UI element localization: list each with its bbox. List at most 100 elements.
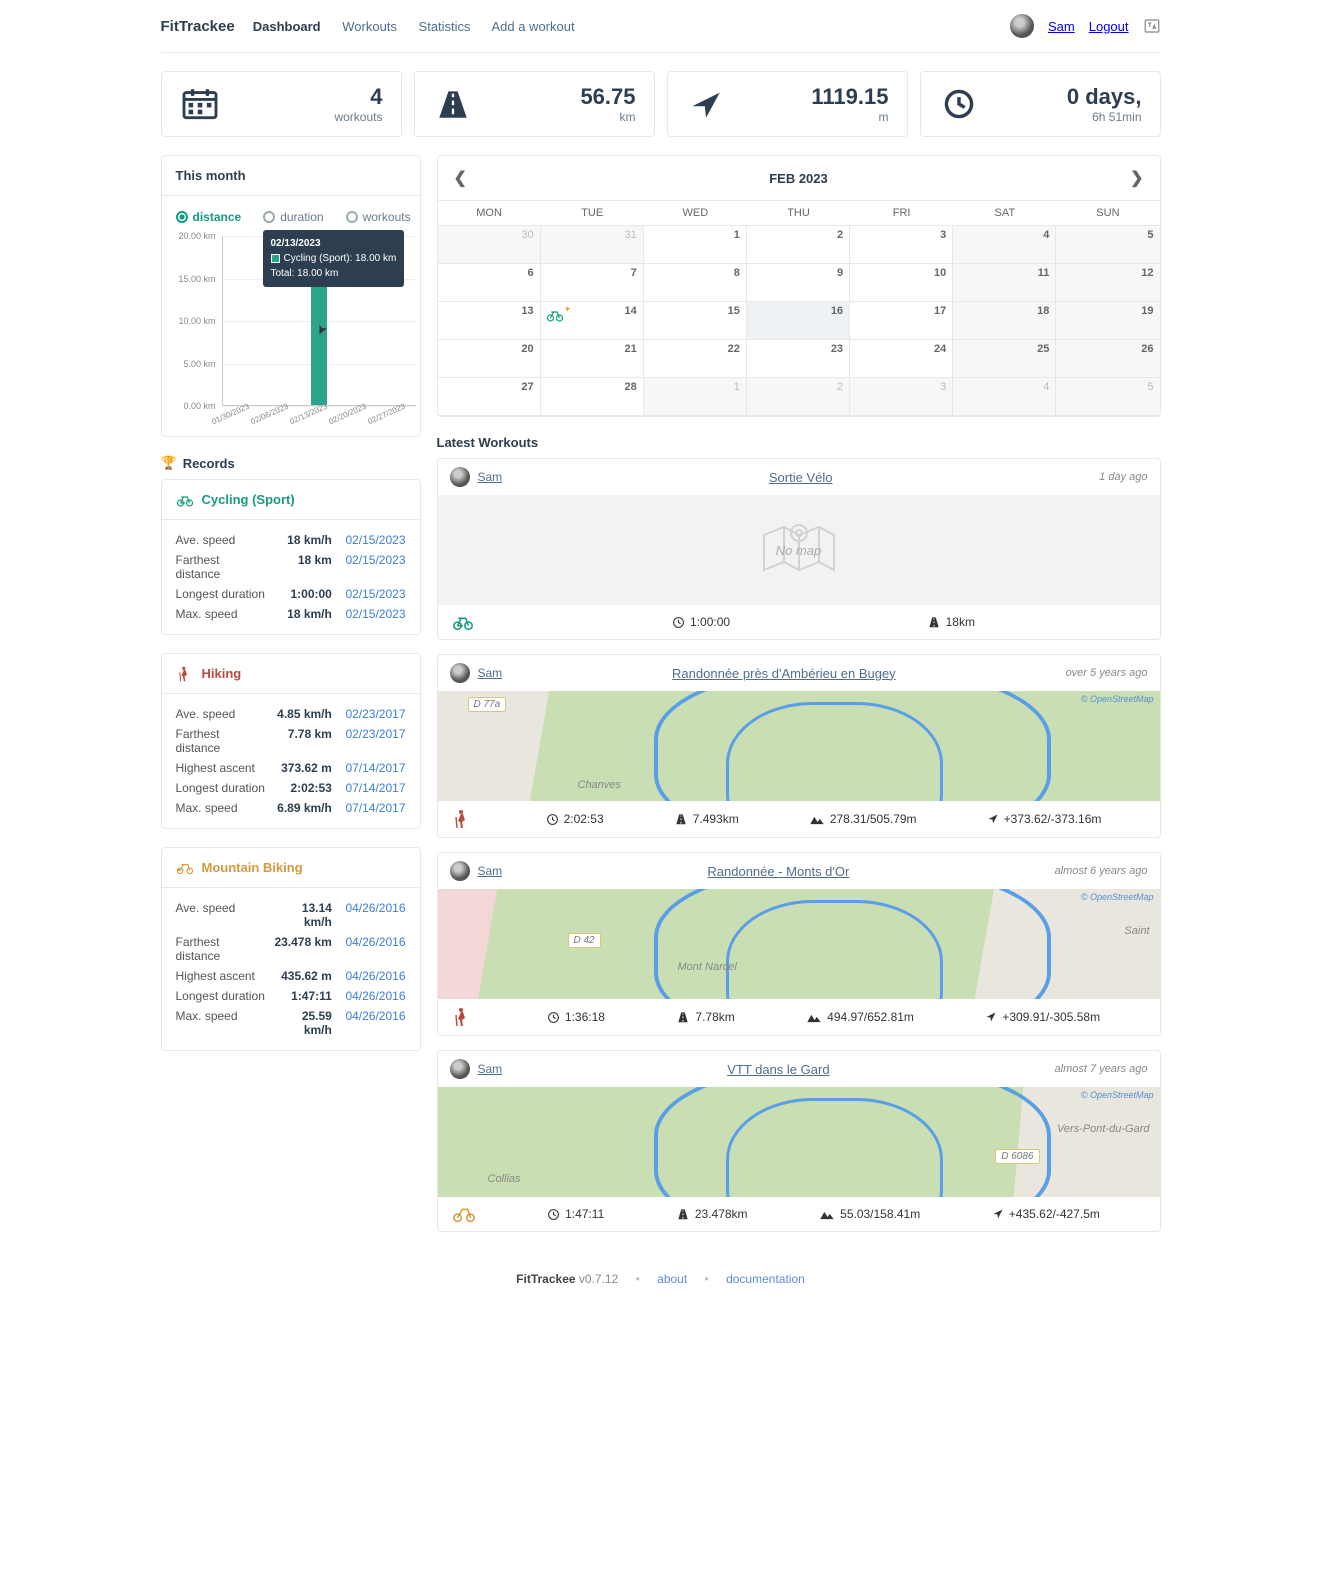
osm-attrib[interactable]: © OpenStreetMap [1081,892,1154,902]
workout-map[interactable]: D 6086ColliasVers-Pont-du-Gard© OpenStre… [438,1087,1160,1197]
workout-stat: +309.91/-305.58m [985,1010,1100,1024]
avatar[interactable] [450,467,470,487]
cal-cell[interactable]: 6 [438,264,541,302]
cal-cell[interactable]: 20 [438,340,541,378]
record-date-link[interactable]: 04/26/2016 [345,969,405,983]
language-icon[interactable] [1143,17,1161,35]
cal-cell[interactable]: 10 [850,264,953,302]
record-date-link[interactable]: 04/26/2016 [345,1009,405,1023]
cal-cell[interactable]: 26 [1056,340,1159,378]
workout-user[interactable]: Sam [478,470,503,484]
osm-attrib[interactable]: © OpenStreetMap [1081,1090,1154,1100]
cal-cell[interactable]: 25 [953,340,1056,378]
cal-workout-icon[interactable]: ✦ [546,306,572,322]
workout-user[interactable]: Sam [478,666,503,680]
cal-cell[interactable]: 3 [850,378,953,416]
record-date-link[interactable]: 07/14/2017 [345,781,405,795]
workout-user[interactable]: Sam [478,1062,503,1076]
cal-cell[interactable]: 2 [747,378,850,416]
radio-workouts[interactable]: workouts [346,210,411,224]
brand: FitTrackee [161,18,235,35]
avatar[interactable] [450,861,470,881]
cal-cell[interactable]: 3 [850,226,953,264]
cal-cell[interactable]: 11 [953,264,1056,302]
cal-cell[interactable]: 13 [438,302,541,340]
workout-foot: 1:00:0018km [438,605,1160,639]
stat-workouts-value: 4 [234,84,383,110]
cal-cell[interactable]: 1 [644,378,747,416]
record-row: Longest duration2:02:5307/14/2017 [176,778,406,798]
record-date-link[interactable]: 02/15/2023 [345,607,405,621]
footer-about[interactable]: about [657,1272,687,1286]
cal-cell[interactable]: 17 [850,302,953,340]
nav-links: Dashboard Workouts Statistics Add a work… [253,19,593,34]
cal-cell[interactable]: 31 [541,226,644,264]
cal-cell[interactable]: 21 [541,340,644,378]
workout-title[interactable]: Randonnée - Monts d'Or [510,864,1046,879]
nav-statistics[interactable]: Statistics [419,19,471,34]
cal-cell[interactable]: 14✦ [541,302,644,340]
sport-icon [176,861,194,875]
cal-cell[interactable]: 18 [953,302,1056,340]
user-name-link[interactable]: Sam [1048,19,1075,34]
record-date-link[interactable]: 02/15/2023 [345,533,405,547]
cal-cell[interactable]: 12 [1056,264,1159,302]
cal-cell[interactable]: 28 [541,378,644,416]
workout-title[interactable]: Sortie Vélo [510,470,1091,485]
record-date-link[interactable]: 02/15/2023 [345,587,405,601]
radio-duration[interactable]: duration [263,210,323,224]
cal-cell[interactable]: 24 [850,340,953,378]
record-date-link[interactable]: 02/23/2017 [345,727,405,741]
cal-cell[interactable]: 5 [1056,378,1159,416]
cal-next[interactable]: ❯ [1130,168,1143,188]
logout-link[interactable]: Logout [1089,19,1129,34]
cal-cell[interactable]: 5 [1056,226,1159,264]
workout-user[interactable]: Sam [478,864,503,878]
nav-workouts[interactable]: Workouts [342,19,397,34]
record-date-link[interactable]: 07/14/2017 [345,801,405,815]
workout-card: SamRandonnée - Monts d'Oralmost 6 years … [437,852,1161,1036]
cal-cell[interactable]: 4 [953,378,1056,416]
record-card: HikingAve. speed4.85 km/h02/23/2017Farth… [161,653,421,829]
record-row: Ave. speed4.85 km/h02/23/2017 [176,704,406,724]
record-date-link[interactable]: 04/26/2016 [345,901,405,915]
avatar[interactable] [450,1059,470,1079]
workout-map[interactable]: D 77aChanves© OpenStreetMap [438,691,1160,801]
workout-when: 1 day ago [1099,471,1147,483]
cal-prev[interactable]: ❮ [454,168,467,188]
record-date-link[interactable]: 04/26/2016 [345,989,405,1003]
cal-cell[interactable]: 2 [747,226,850,264]
footer-docs[interactable]: documentation [726,1272,805,1286]
location-arrow-icon [686,88,726,120]
nav-dashboard[interactable]: Dashboard [253,19,321,34]
cal-cell[interactable]: 15 [644,302,747,340]
stat-ascent-value: 1119.15 [740,84,889,110]
cal-cell[interactable]: 8 [644,264,747,302]
cal-cell[interactable]: 1 [644,226,747,264]
record-date-link[interactable]: 07/14/2017 [345,761,405,775]
cal-day-header: THU [747,201,850,226]
cal-cell[interactable]: 27 [438,378,541,416]
avatar[interactable] [1010,14,1034,38]
cal-cell[interactable]: 9 [747,264,850,302]
workout-stat: 1:47:11 [547,1207,604,1221]
workout-title[interactable]: VTT dans le Gard [510,1062,1046,1077]
cal-cell[interactable]: 16 [747,302,850,340]
record-date-link[interactable]: 02/23/2017 [345,707,405,721]
cal-cell[interactable]: 7 [541,264,644,302]
cal-cell[interactable]: 22 [644,340,747,378]
cal-cell[interactable]: 23 [747,340,850,378]
radio-distance[interactable]: distance [176,210,242,224]
avatar[interactable] [450,663,470,683]
workout-head: SamRandonnée près d'Ambérieu en Bugeyove… [438,655,1160,691]
cal-cell[interactable]: 19 [1056,302,1159,340]
record-date-link[interactable]: 04/26/2016 [345,935,405,949]
workout-map[interactable]: D 42Mont NarcelSaint© OpenStreetMap [438,889,1160,999]
record-row: Ave. speed18 km/h02/15/2023 [176,530,406,550]
cal-cell[interactable]: 4 [953,226,1056,264]
nav-add-workout[interactable]: Add a workout [491,19,574,34]
osm-attrib[interactable]: © OpenStreetMap [1081,694,1154,704]
workout-title[interactable]: Randonnée près d'Ambérieu en Bugey [510,666,1057,681]
cal-cell[interactable]: 30 [438,226,541,264]
record-date-link[interactable]: 02/15/2023 [345,553,405,567]
